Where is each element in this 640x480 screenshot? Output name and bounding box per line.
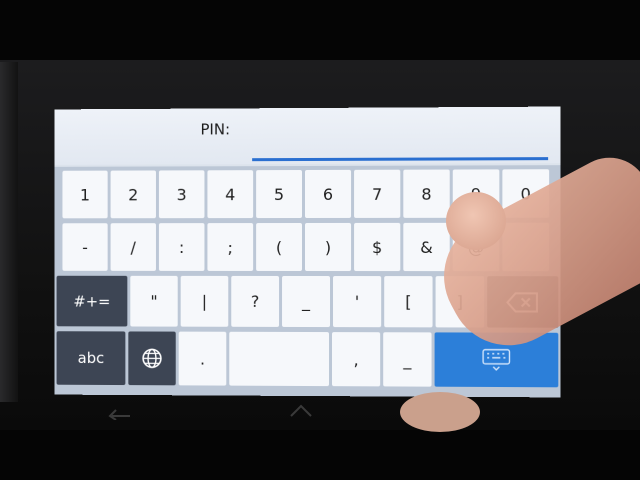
key-label: 8 bbox=[421, 184, 432, 204]
device-bezel-edge bbox=[0, 62, 18, 402]
key-1[interactable]: 1 bbox=[62, 170, 108, 219]
key-label: $ bbox=[372, 237, 383, 257]
pin-input-field[interactable] bbox=[252, 157, 549, 162]
home-icon[interactable] bbox=[287, 402, 315, 418]
key-label: ) bbox=[324, 237, 332, 257]
key-label: 2 bbox=[128, 184, 139, 204]
key-slash[interactable]: / bbox=[110, 223, 156, 271]
user-fingertip bbox=[446, 192, 506, 250]
key-label: 1 bbox=[80, 185, 91, 204]
key-4[interactable]: 4 bbox=[207, 170, 254, 219]
key-open-bracket[interactable]: [ bbox=[384, 276, 433, 328]
key-label: : bbox=[178, 237, 185, 257]
key-colon[interactable]: : bbox=[158, 223, 205, 271]
key-double-quote[interactable]: " bbox=[130, 275, 178, 327]
key-label: _ bbox=[403, 349, 412, 369]
back-arrow-icon[interactable] bbox=[104, 404, 134, 420]
space-key[interactable] bbox=[229, 331, 330, 387]
key-apostrophe[interactable]: ' bbox=[333, 276, 382, 328]
key-label: ? bbox=[250, 291, 260, 311]
symbols-mode-key[interactable]: #+= bbox=[56, 275, 128, 327]
key-label: ; bbox=[227, 237, 233, 257]
key-label: - bbox=[82, 237, 88, 257]
key-6[interactable]: 6 bbox=[305, 169, 352, 218]
key-label: 5 bbox=[273, 184, 285, 204]
key-dollar[interactable]: $ bbox=[354, 222, 401, 272]
key-comma[interactable]: , bbox=[332, 332, 381, 387]
user-knuckle bbox=[400, 392, 480, 432]
key-label: " bbox=[150, 291, 158, 311]
abc-mode-key[interactable]: abc bbox=[56, 331, 126, 386]
key-label: _ bbox=[302, 291, 310, 312]
key-3[interactable]: 3 bbox=[158, 170, 205, 219]
key-5[interactable]: 5 bbox=[256, 170, 303, 219]
key-label: 4 bbox=[225, 184, 236, 204]
key-hyphen[interactable]: - bbox=[62, 223, 108, 271]
key-label: , bbox=[353, 349, 359, 369]
key-ampersand[interactable]: & bbox=[403, 222, 450, 272]
key-label: 3 bbox=[176, 184, 187, 204]
key-underscore-bottom[interactable]: _ bbox=[383, 332, 432, 387]
key-underscore[interactable]: _ bbox=[282, 275, 331, 328]
key-close-paren[interactable]: ) bbox=[305, 222, 352, 272]
key-question[interactable]: ? bbox=[231, 275, 280, 327]
key-label: | bbox=[201, 291, 208, 311]
key-2[interactable]: 2 bbox=[110, 170, 156, 219]
key-label: 6 bbox=[322, 184, 334, 204]
key-label: . bbox=[199, 349, 205, 369]
key-label: / bbox=[130, 237, 136, 257]
globe-icon bbox=[141, 347, 163, 369]
key-label: abc bbox=[77, 349, 105, 368]
pin-entry-bar: PIN: bbox=[54, 106, 561, 165]
key-open-paren[interactable]: ( bbox=[256, 223, 303, 271]
key-label: [ bbox=[405, 292, 412, 312]
key-8[interactable]: 8 bbox=[403, 169, 450, 218]
keyboard-hide-icon bbox=[481, 348, 511, 372]
key-label: ( bbox=[275, 237, 283, 257]
key-period[interactable]: . bbox=[178, 331, 227, 386]
key-label: 7 bbox=[372, 184, 383, 204]
key-label: #+= bbox=[73, 292, 111, 311]
pin-label: PIN: bbox=[200, 120, 231, 139]
key-label: ' bbox=[354, 292, 360, 312]
key-pipe[interactable]: | bbox=[180, 275, 229, 327]
key-7[interactable]: 7 bbox=[354, 169, 401, 218]
key-label: & bbox=[420, 237, 433, 257]
language-key[interactable] bbox=[128, 331, 176, 386]
key-semicolon[interactable]: ; bbox=[207, 223, 254, 271]
